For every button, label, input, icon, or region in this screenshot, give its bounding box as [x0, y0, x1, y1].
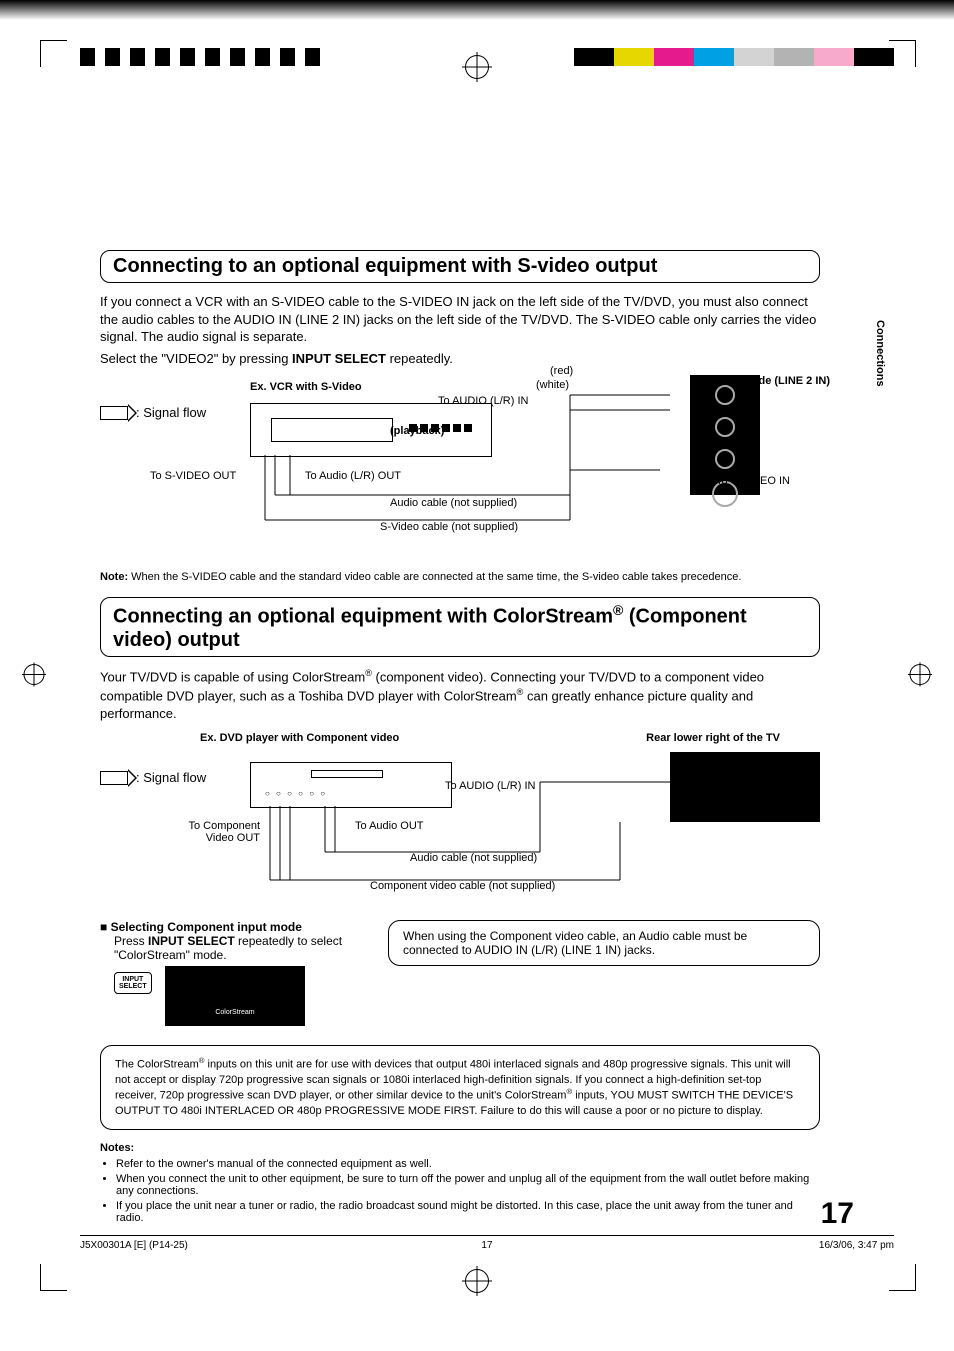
- side-target-icon: [22, 662, 46, 689]
- page-number: 17: [821, 1197, 854, 1231]
- text: Your TV/DVD is capable of using ColorStr…: [100, 669, 365, 684]
- note-label: Note:: [100, 571, 128, 583]
- diagram-svideo: : Signal flow Ex. VCR with S-Video (play…: [100, 375, 820, 565]
- content: Connecting to an optional equipment with…: [100, 250, 820, 1227]
- section1-para1: If you connect a VCR with an S-VIDEO cab…: [100, 293, 820, 346]
- mode-line1: Press INPUT SELECT repeatedly to select …: [100, 934, 370, 962]
- bullet-icon: ■: [100, 920, 107, 934]
- section1-note: Note: When the S-VIDEO cable and the sta…: [100, 571, 820, 583]
- text-bold: INPUT SELECT: [292, 351, 386, 366]
- section2-para1: Your TV/DVD is capable of using ColorStr…: [100, 667, 820, 722]
- mode-left: ■ Selecting Component input mode Press I…: [100, 920, 370, 1029]
- section-tab: Connections: [874, 320, 886, 387]
- mode-heading: ■ Selecting Component input mode: [100, 920, 370, 934]
- crop-mark: [889, 1264, 916, 1291]
- cable-lines-icon: [100, 732, 820, 912]
- reg-mark: ®: [365, 668, 372, 678]
- osd-text: ColorStream: [165, 1009, 305, 1016]
- text: Select the "VIDEO2" by pressing: [100, 351, 292, 366]
- section1-para2: Select the "VIDEO2" by pressing INPUT SE…: [100, 350, 820, 368]
- diagram-component: Ex. DVD player with Component video Rear…: [100, 732, 820, 912]
- list-item: When you connect the unit to other equip…: [116, 1173, 820, 1197]
- side-target-icon: [908, 662, 932, 689]
- register-target-icon: [465, 55, 489, 79]
- crop-mark: [40, 40, 67, 67]
- section2-title: Connecting an optional equipment with Co…: [100, 597, 820, 657]
- component-mode-block: ■ Selecting Component input mode Press I…: [100, 920, 820, 1029]
- footer-mid: 17: [351, 1240, 622, 1251]
- callout-box: When using the Component video cable, an…: [388, 920, 820, 966]
- reg-bars-right: [574, 48, 894, 66]
- list-item: If you place the unit near a tuner or ra…: [116, 1200, 820, 1224]
- text: repeatedly.: [386, 351, 453, 366]
- footer-right: 16/3/06, 3:47 pm: [623, 1240, 894, 1251]
- input-select-button[interactable]: INPUTSELECT: [114, 972, 152, 994]
- note-text: When the S-VIDEO cable and the standard …: [128, 571, 741, 583]
- crop-mark: [40, 1264, 67, 1291]
- cable-lines-icon: [100, 375, 820, 565]
- heading-text: Selecting Component input mode: [111, 920, 302, 934]
- reg-mark: ®: [613, 602, 623, 618]
- notes-block: Notes: Refer to the owner's manual of th…: [100, 1142, 820, 1224]
- reg-bars-left: [80, 48, 320, 66]
- list-item: Refer to the owner's manual of the conne…: [116, 1158, 820, 1170]
- notes-heading: Notes:: [100, 1142, 820, 1154]
- section1-title: Connecting to an optional equipment with…: [100, 250, 820, 283]
- top-gradient: [0, 0, 954, 20]
- notes-list: Refer to the owner's manual of the conne…: [100, 1158, 820, 1224]
- text: Connecting an optional equipment with Co…: [113, 606, 613, 628]
- register-target-icon: [465, 1269, 489, 1293]
- page: Connections Connecting to an optional eq…: [0, 0, 954, 1351]
- footer: J5X00301A [E] (P14-25) 17 16/3/06, 3:47 …: [80, 1235, 894, 1251]
- crop-mark: [889, 40, 916, 67]
- osd-screen-icon: ColorStream: [165, 966, 305, 1026]
- colorstream-note: The ColorStream® inputs on this unit are…: [100, 1045, 820, 1130]
- footer-left: J5X00301A [E] (P14-25): [80, 1240, 351, 1251]
